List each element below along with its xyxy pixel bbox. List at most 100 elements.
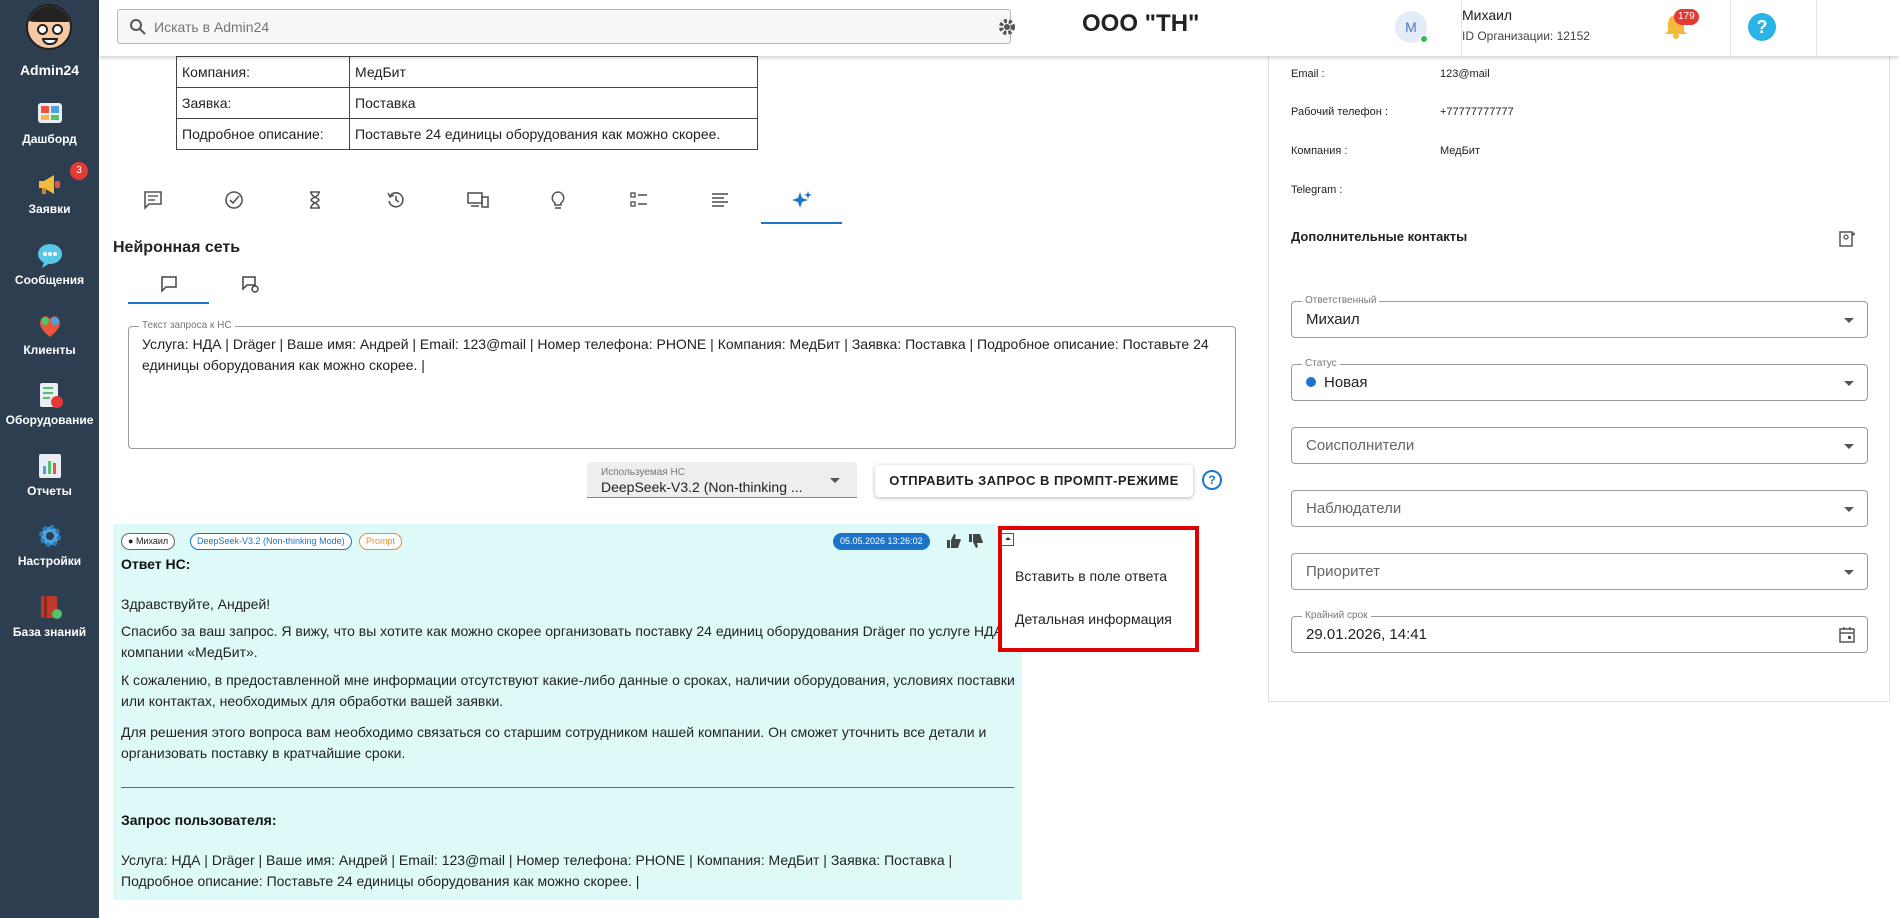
sidebar-item-label: Сообщения: [14, 273, 85, 287]
tab-description[interactable]: [680, 180, 761, 224]
model-select[interactable]: Используемая НС DeepSeek-V3.2 (Non-think…: [587, 462, 857, 498]
tab-history[interactable]: [356, 180, 437, 224]
ai-sparkle-icon: [792, 191, 812, 208]
deadline-field[interactable]: Крайний срок 29.01.2026, 14:41: [1291, 610, 1868, 653]
app-name: Admin24: [19, 62, 80, 78]
devices-icon: [467, 192, 489, 208]
sidebar-item-requests[interactable]: 3 Заявки: [0, 162, 99, 236]
chevron-down-icon: [1844, 570, 1854, 575]
model-select-label: Используемая НС: [601, 467, 685, 478]
menu-toggle-button[interactable]: [1001, 533, 1014, 546]
chevron-down-icon: [830, 478, 840, 483]
contact-value: МедБит: [1440, 145, 1480, 157]
date-chip: 05.05.2026 13:26:02: [833, 533, 930, 550]
chevron-down-icon: [1844, 318, 1854, 323]
gear-icon: [36, 522, 64, 550]
sidebar-item-messages[interactable]: Сообщения: [0, 241, 99, 307]
divider: [1816, 0, 1817, 56]
priority-select[interactable]: Приоритет: [1291, 553, 1868, 590]
model-chip: DeepSeek-V3.2 (Non-thinking Mode): [190, 533, 352, 550]
contact-value: 123@mail: [1440, 68, 1490, 80]
thumbs-up-icon[interactable]: [946, 533, 962, 549]
search-settings-icon[interactable]: [997, 17, 1017, 37]
prompt-textarea[interactable]: Текст запроса к НС Услуга: НДА | Dräger …: [128, 320, 1236, 449]
answer-greeting: Здравствуйте, Андрей!: [121, 596, 271, 612]
sidebar-item-dashboard[interactable]: Дашборд: [0, 100, 99, 166]
tab-devices[interactable]: [437, 180, 518, 224]
user-request-heading: Запрос пользователя:: [121, 812, 277, 828]
coexecutors-select[interactable]: Соисполнители: [1291, 427, 1868, 464]
status-label: Статус: [1302, 358, 1340, 369]
search-input[interactable]: [154, 17, 954, 37]
check-circle-icon: [225, 191, 243, 209]
send-prompt-button[interactable]: ОТПРАВИТЬ ЗАПРОС В ПРОМПТ-РЕЖИМЕ: [875, 465, 1193, 497]
chat-bubble-icon: [161, 276, 177, 293]
chevron-down-icon: [1844, 381, 1854, 386]
sidebar: Admin24 Дашборд 3 Заявки Сообщения Клиен…: [0, 0, 99, 918]
sidebar-item-label: Настройки: [17, 554, 82, 568]
help-icon[interactable]: ?: [1202, 470, 1222, 490]
contact-label: Email :: [1291, 68, 1325, 80]
online-status-dot: [1420, 35, 1428, 43]
mode-chip: Prompt: [359, 533, 403, 550]
tab-checklist[interactable]: [599, 180, 680, 224]
logo-mascot-icon: [26, 4, 72, 50]
status-dot: [1306, 377, 1316, 387]
sidebar-item-label: Дашборд: [22, 132, 77, 146]
search-bar[interactable]: [117, 9, 1015, 44]
app-logo[interactable]: Admin24: [0, 0, 99, 82]
user-request-text: Услуга: НДА | Dräger | Ваше имя: Андрей …: [121, 852, 953, 889]
deadline-value: 29.01.2026, 14:41: [1306, 626, 1427, 643]
tab-comments[interactable]: [113, 180, 194, 224]
answer-paragraph: К сожалению, в предоставленной мне инфор…: [121, 672, 1015, 709]
text-lines-icon: [712, 193, 728, 207]
sidebar-item-settings[interactable]: Настройки: [0, 522, 99, 588]
thumbs-down-icon[interactable]: [968, 533, 984, 549]
additional-contacts-title: Дополнительные контакты: [1291, 229, 1468, 244]
coexecutors-placeholder: Соисполнители: [1306, 437, 1415, 454]
help-icon[interactable]: ?: [1748, 13, 1776, 41]
observers-select[interactable]: Наблюдатели: [1291, 490, 1868, 527]
responsible-label: Ответственный: [1302, 295, 1380, 306]
contact-label: Рабочий телефон :: [1291, 106, 1388, 118]
responsible-select[interactable]: Ответственный Михаил: [1291, 295, 1868, 338]
tab-time[interactable]: [275, 180, 356, 224]
request-info-table: Компания: МедБит Заявка: Поставка Подроб…: [176, 56, 758, 150]
equipment-icon: [36, 381, 64, 409]
table-row: Заявка: Поставка: [176, 87, 758, 119]
calendar-icon[interactable]: [1838, 626, 1856, 644]
organization-id: ID Организации: 12152: [1462, 29, 1590, 43]
sidebar-item-knowledge-base[interactable]: База знаний: [0, 593, 99, 659]
user-name[interactable]: Михаил: [1462, 7, 1512, 23]
menu-item-details[interactable]: Детальная информация: [1015, 611, 1172, 627]
prompt-text[interactable]: Услуга: НДА | Dräger | Ваше имя: Андрей …: [142, 334, 1212, 376]
contact-value: +77777777777: [1440, 106, 1514, 118]
request-tabs: [113, 180, 843, 224]
answer-paragraph: Для решения этого вопроса вам необходимо…: [121, 724, 987, 761]
search-icon: [130, 19, 146, 35]
sidebar-item-reports[interactable]: Отчеты: [0, 452, 99, 518]
observers-placeholder: Наблюдатели: [1306, 500, 1402, 517]
dashboard-icon: [36, 100, 64, 128]
table-row: Компания: МедБит: [176, 56, 758, 88]
chevron-down-icon: [1844, 507, 1854, 512]
table-cell-value: МедБит: [349, 56, 758, 88]
sidebar-item-equipment[interactable]: Оборудование: [0, 381, 99, 447]
subtab-prompt[interactable]: [128, 264, 209, 304]
tab-neural-network[interactable]: [761, 180, 842, 224]
author-name: Михаил: [135, 536, 169, 546]
subtab-dialog[interactable]: [209, 264, 290, 304]
contact-label: Telegram :: [1291, 184, 1343, 196]
menu-item-insert-answer[interactable]: Вставить в поле ответа: [1015, 568, 1167, 584]
sidebar-item-clients[interactable]: Клиенты: [0, 311, 99, 377]
sidebar-item-label: Оборудование: [5, 413, 94, 427]
tab-ideas[interactable]: [518, 180, 599, 224]
checklist-icon: [630, 192, 647, 207]
add-contact-icon[interactable]: [1838, 230, 1856, 248]
table-cell-key: Компания:: [176, 56, 350, 88]
knowledge-icon: [36, 593, 64, 621]
status-value: Новая: [1324, 374, 1368, 391]
status-select[interactable]: Статус Новая: [1291, 358, 1868, 401]
table-row: Подробное описание: Поставьте 24 единицы…: [176, 118, 758, 150]
tab-tasks[interactable]: [194, 180, 275, 224]
